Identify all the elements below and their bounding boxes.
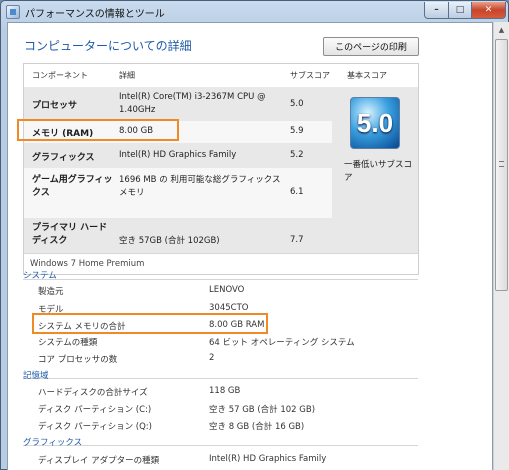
page-title: コンピューターについての詳細 [24, 39, 192, 53]
section-storage: 記憶域 [23, 371, 49, 381]
grip-icon [499, 161, 504, 167]
prop-label: ディスク パーティション (Q:) [38, 422, 152, 432]
title-bar[interactable]: パフォーマンスの情報とツール – □ ✕ [1, 1, 508, 23]
prop-value: 空き 57 GB (合計 102 GB) [209, 405, 316, 415]
prop-label: ディスプレイ アダプターの種類 [38, 456, 160, 466]
prop-value: 2 [209, 353, 215, 363]
memory-row-highlight [17, 119, 179, 141]
prop-value: 118 GB [209, 386, 241, 396]
row-subscore: 5.2 [290, 150, 304, 160]
prop-label: ハードディスクの合計サイズ [38, 388, 148, 398]
row-detail: Intel(R) HD Graphics Family [119, 150, 237, 160]
divider [23, 279, 418, 280]
table-row: ゲーム用グラフィックス 1696 MB の 利用可能な総グラフィックス メモリ … [24, 168, 332, 218]
row-subscore: 7.7 [290, 235, 304, 245]
prop-value: LENOVO [209, 285, 245, 295]
window-title: パフォーマンスの情報とツール [25, 9, 165, 20]
scroll-up-arrow-icon[interactable]: ▲ [494, 22, 509, 38]
prop-value: 空き 8 GB (合計 16 GB) [209, 422, 305, 432]
print-page-button[interactable]: このページの印刷 [323, 37, 419, 56]
prop-label: ディスク パーティション (C:) [38, 405, 152, 415]
table-row: グラフィックス Intel(R) HD Graphics Family 5.2 [24, 143, 332, 168]
os-edition: Windows 7 Home Premium [24, 253, 418, 274]
header-detail: 詳細 [119, 71, 135, 80]
section-system: システム [23, 271, 57, 281]
memory-total-highlight [32, 313, 268, 334]
row-label: プロセッサ [32, 101, 78, 111]
row-label: ゲーム用グラフィックス [32, 175, 113, 198]
header-basescore: 基本スコア [347, 71, 387, 80]
minimize-button[interactable]: – [424, 2, 449, 19]
vertical-scrollbar[interactable]: ▲ [493, 22, 509, 470]
row-detail: 空き 57GB (合計 102GB) [119, 236, 220, 246]
divider [23, 445, 418, 446]
row-label: グラフィックス [32, 153, 95, 163]
close-button[interactable]: ✕ [471, 2, 506, 19]
scrollbar-thumb[interactable] [495, 39, 508, 291]
table-row: プロセッサ Intel(R) Core(TM) i3-2367M CPU @ 1… [24, 87, 332, 121]
row-subscore: 5.9 [290, 126, 304, 136]
prop-label: 製造元 [38, 287, 64, 297]
section-graphics: グラフィックス [23, 438, 83, 448]
base-score-note: 一番低いサブスコア [344, 160, 413, 183]
divider [23, 378, 418, 379]
table-row: プライマリ ハード ディスク 空き 57GB (合計 102GB) 7.7 [24, 218, 332, 253]
prop-value: 64 ビット オペレーティング システム [209, 338, 355, 348]
row-label: プライマリ ハード ディスク [32, 223, 108, 246]
base-score-badge: 5.0 [350, 97, 400, 149]
row-subscore: 5.0 [290, 99, 304, 109]
prop-value: Intel(R) HD Graphics Family [209, 454, 327, 464]
performance-icon [6, 5, 20, 19]
header-subscore: サブスコア [290, 71, 330, 80]
row-detail: 1696 MB の 利用可能な総グラフィックス メモリ [119, 175, 281, 198]
row-detail: Intel(R) Core(TM) i3-2367M CPU @ 1.40GHz [119, 92, 266, 115]
prop-value: 3045CTO [209, 303, 249, 313]
prop-label: コア プロセッサの数 [38, 355, 118, 365]
header-component: コンポーネント [32, 71, 88, 80]
prop-label: システムの種類 [38, 338, 98, 348]
content-area: コンピューターについての詳細 このページの印刷 コンポーネント 詳細 サブスコア… [7, 22, 493, 470]
row-subscore: 6.1 [290, 187, 304, 197]
base-score-panel: 5.0 一番低いサブスコア [332, 87, 418, 253]
maximize-button[interactable]: □ [448, 2, 472, 19]
score-table: コンポーネント 詳細 サブスコア 基本スコア プロセッサ Intel(R) Co… [23, 63, 419, 275]
